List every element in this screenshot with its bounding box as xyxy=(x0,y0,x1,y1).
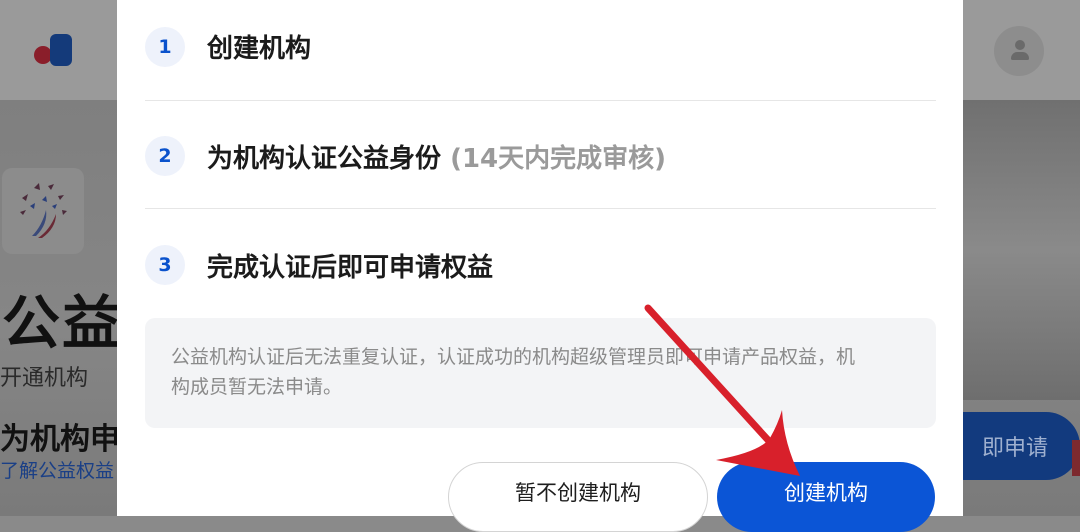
step-number-badge: 3 xyxy=(145,245,185,285)
notice-box: 公益机构认证后无法重复认证，认证成功的机构超级管理员即可申请产品权益，机 构成员… xyxy=(145,318,936,428)
step-label-text: 为机构认证公益身份 xyxy=(207,144,442,174)
create-organization-button[interactable]: 创建机构 xyxy=(717,462,935,532)
divider xyxy=(145,208,936,209)
app-logo[interactable] xyxy=(34,32,74,68)
step-2: 2 为机构认证公益身份 (14天内完成审核) xyxy=(145,108,935,216)
hero-image xyxy=(960,100,1080,400)
create-organization-dialog: 1 创建机构 2 为机构认证公益身份 (14天内完成审核) 3 完成认证后即可申… xyxy=(117,0,963,532)
step-3: 3 完成认证后即可申请权益 xyxy=(145,216,935,324)
step-label-text: 完成认证后即可申请权益 xyxy=(207,253,494,283)
step-label-text: 创建机构 xyxy=(207,34,312,64)
step-label: 完成认证后即可申请权益 xyxy=(207,247,493,284)
notice-text-line-2: 构成员暂无法申请。 xyxy=(171,376,343,398)
skip-create-organization-button[interactable]: 暂不创建机构 xyxy=(448,462,708,532)
step-label: 为机构认证公益身份 (14天内完成审核) xyxy=(207,138,666,175)
step-note: (14天内完成审核) xyxy=(450,144,667,174)
step-label: 创建机构 xyxy=(207,28,311,65)
hero-title: 公益 xyxy=(2,289,123,357)
notice-text-line-1: 公益机构认证后无法重复认证，认证成功的机构超级管理员即可申请产品权益，机 xyxy=(171,346,856,368)
charity-emblem-icon xyxy=(2,168,84,254)
user-avatar-icon[interactable] xyxy=(994,26,1044,76)
side-tab xyxy=(1072,440,1080,476)
learn-benefits-link[interactable]: 了解公益权益 xyxy=(0,456,114,483)
step-1: 1 创建机构 xyxy=(145,0,935,108)
step-number-badge: 2 xyxy=(145,136,185,176)
logo-bar xyxy=(50,34,72,66)
section-title: 为机构申 xyxy=(0,422,120,457)
step-number-badge: 1 xyxy=(145,27,185,67)
divider xyxy=(145,100,936,101)
hero-subtitle: 开通机构 xyxy=(0,366,89,391)
